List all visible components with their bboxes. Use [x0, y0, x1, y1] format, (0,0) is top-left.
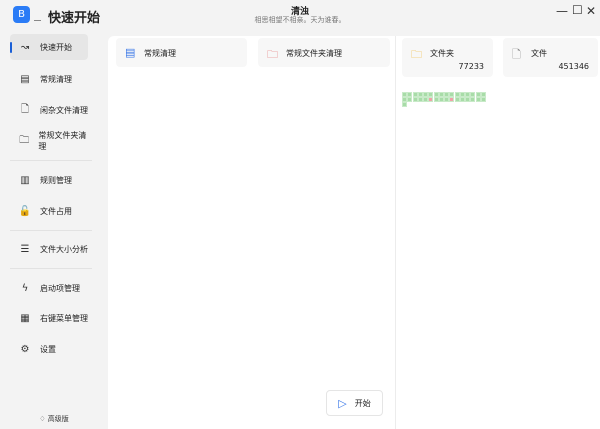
list-box-icon: ▤: [125, 46, 136, 59]
gear-icon: ⚙: [20, 343, 30, 355]
sidebar-item-3[interactable]: 🗀 常规文件夹清理: [10, 128, 88, 154]
diamond-icon: ♢: [39, 415, 48, 423]
start-button[interactable]: ▷ 开始: [326, 390, 383, 416]
pro-label: 高级版: [47, 415, 69, 423]
card-label: 常规清理: [144, 49, 176, 58]
sidebar-item-label: 闲杂文件清理: [40, 105, 88, 115]
regular-clean-card[interactable]: ▤ 常规清理: [116, 38, 247, 67]
grid-cell: [465, 97, 470, 102]
sidebar-item-0[interactable]: ↝ 快速开始: [10, 34, 88, 60]
folder-clean-card[interactable]: 🗀 常规文件夹清理: [258, 38, 390, 67]
sidebar-item-8[interactable]: ▦ 右键菜单管理: [10, 305, 88, 331]
stat-label: 文件夹: [430, 49, 454, 58]
grid-cell: [417, 97, 423, 102]
close-button[interactable]: ✕: [586, 4, 596, 18]
sidebar-item-label: 常规清理: [40, 74, 72, 84]
window-subtitle: 相思相望不相亲。天为谁春。: [254, 16, 346, 24]
grid-cell: [459, 97, 465, 102]
sidebar-item-6[interactable]: ☰ 文件大小分析: [10, 236, 88, 262]
divider: [10, 160, 92, 161]
minimize-button[interactable]: —: [556, 4, 568, 18]
folder-icon: 🗀: [267, 48, 278, 61]
files-count: 451346: [558, 62, 589, 71]
file-icon: 🗋: [512, 48, 521, 61]
divider: [10, 268, 92, 269]
sidebar-item-label: 文件占用: [40, 206, 72, 216]
lock-icon: 🔓: [18, 205, 32, 217]
divider: [34, 20, 41, 21]
grid-cell: [449, 97, 455, 102]
grid-cell: [402, 102, 407, 107]
menu-grid-icon: ▦: [20, 312, 30, 324]
main-panel: [108, 36, 600, 429]
sidebar-item-1[interactable]: ▤ 常规清理: [10, 66, 88, 92]
sidebar-item-9[interactable]: ⚙ 设置: [10, 336, 88, 362]
sidebar-item-label: 右键菜单管理: [40, 313, 88, 323]
lightning-icon: ϟ: [21, 282, 29, 294]
card-label: 常规文件夹清理: [286, 49, 342, 58]
grid-cell: [428, 97, 434, 102]
folders-count: 77233: [458, 62, 484, 71]
grid-cell: [412, 97, 418, 102]
grid-cell: [423, 97, 428, 102]
divider: [10, 230, 92, 231]
sidebar-item-4[interactable]: ▥ 规则管理: [10, 167, 88, 193]
file-icon: 🗋: [20, 103, 30, 115]
grid-cell: [480, 97, 486, 102]
folders-stat-card: 🗀 文件夹 77233: [402, 38, 493, 77]
sidebar-item-7[interactable]: ϟ 启动项管理: [10, 275, 88, 301]
maximize-button[interactable]: ☐: [572, 3, 583, 17]
sidebar-item-5[interactable]: 🔓 文件占用: [10, 198, 88, 224]
sidebar-item-label: 文件大小分析: [40, 244, 88, 254]
sidebar-item-label: 启动项管理: [40, 283, 80, 293]
sidebar-item-label: 常规文件夹清理: [38, 131, 87, 151]
folder-icon: 🗀: [19, 134, 30, 146]
files-stat-card: 🗋 文件 451346: [503, 38, 598, 77]
scan-grid: [402, 92, 486, 107]
list-box-icon: ▤: [20, 73, 30, 85]
folder-icon: 🗀: [411, 48, 422, 61]
pro-version[interactable]: ♢ 高级版: [0, 414, 108, 424]
grid-cell: [407, 97, 413, 102]
page-title: 快速开始: [48, 11, 101, 26]
sidebar-item-2[interactable]: 🗋 闲杂文件清理: [10, 97, 88, 123]
grid-cell: [433, 97, 439, 102]
grid-cell: [454, 97, 460, 102]
sidebar-item-label: 快速开始: [40, 42, 72, 52]
divider: [395, 36, 396, 429]
sidebar-item-label: 规则管理: [40, 175, 72, 185]
grid-cell: [438, 97, 444, 102]
rules-icon: ▥: [20, 174, 30, 186]
list-icon: ☰: [20, 243, 30, 255]
app-logo: B: [13, 6, 30, 23]
speedometer-icon: ↝: [20, 41, 30, 53]
grid-cell: [470, 97, 476, 102]
play-icon: ▷: [338, 396, 347, 410]
sidebar-item-label: 设置: [40, 344, 56, 354]
stat-label: 文件: [531, 49, 547, 58]
start-label: 开始: [354, 398, 371, 408]
grid-cell: [475, 97, 481, 102]
grid-cell: [444, 97, 449, 102]
